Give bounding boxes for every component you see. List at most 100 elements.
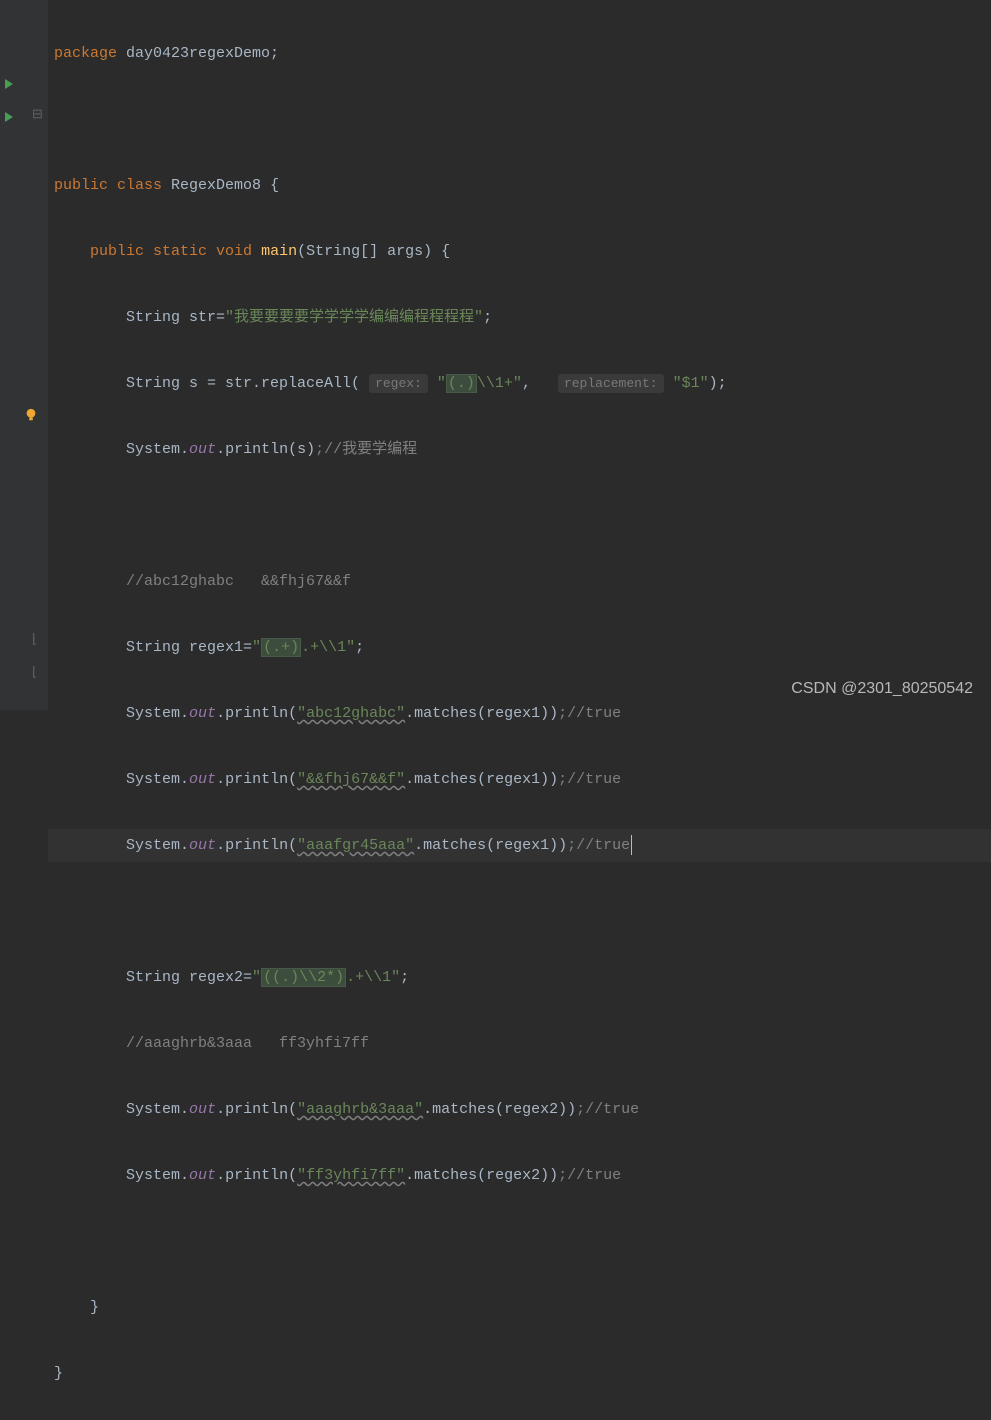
out-field: out — [189, 441, 216, 458]
dot: . — [180, 1167, 189, 1184]
call: .matches(regex1)) — [414, 837, 567, 854]
string: " — [252, 969, 261, 986]
code-line[interactable]: String str="我要要要要学学学学编编编程程程程"; — [48, 301, 991, 334]
paren: ( — [288, 1167, 297, 1184]
println: println — [225, 771, 288, 788]
out-field: out — [189, 837, 216, 854]
decl: String str= — [126, 309, 225, 326]
sys: System — [126, 705, 180, 722]
comment: //abc12ghabc &&fhj67&&f — [126, 573, 351, 590]
dot: . — [216, 441, 225, 458]
run-class-icon[interactable] — [2, 78, 16, 92]
semi: ; — [400, 969, 409, 986]
call: .matches(regex2)) — [423, 1101, 576, 1118]
fold-end-icon: ⌊ — [32, 665, 37, 680]
string: " — [437, 375, 446, 392]
code-line[interactable]: System.out.println("&&fhj67&&f".matches(… — [48, 763, 991, 796]
call: .matches(regex2)) — [405, 1167, 558, 1184]
code-line[interactable]: String regex1="(.+).+\\1"; — [48, 631, 991, 664]
code-line[interactable]: System.out.println(s);//我要学编程 — [48, 433, 991, 466]
dot: . — [180, 837, 189, 854]
sys: System — [126, 441, 180, 458]
paren: ) — [709, 375, 718, 392]
brace: } — [90, 1299, 99, 1316]
paren: ( — [288, 837, 297, 854]
code-line[interactable]: public static void main(String[] args) { — [48, 235, 991, 268]
code-line[interactable]: System.out.println("abc12ghabc".matches(… — [48, 697, 991, 730]
string-warn: "aaaghrb&3aaa" — [297, 1101, 423, 1118]
paren: ( — [288, 1101, 297, 1118]
string: .+\\1" — [346, 969, 400, 986]
dot: . — [216, 1167, 225, 1184]
code-line[interactable]: //aaaghrb&3aaa ff3yhfi7ff — [48, 1027, 991, 1060]
comment: ;//true — [576, 1101, 639, 1118]
paren: ( — [288, 705, 297, 722]
sys: System — [126, 771, 180, 788]
code-line[interactable]: } — [48, 1357, 991, 1390]
keyword: package — [54, 45, 126, 62]
code-line[interactable]: //abc12ghabc &&fhj67&&f — [48, 565, 991, 598]
println: println — [225, 441, 288, 458]
regex-group: ((.)\\2*) — [261, 968, 346, 987]
string-warn: "abc12ghabc" — [297, 705, 405, 722]
string: "我要要要要学学学学编编编程程程程" — [225, 309, 483, 326]
dot: . — [216, 705, 225, 722]
brace: { — [270, 177, 279, 194]
string: " — [252, 639, 261, 656]
semi: ; — [270, 45, 279, 62]
string-warn: "ff3yhfi7ff" — [297, 1167, 405, 1184]
param-hint: regex: — [369, 374, 428, 393]
code-editor: ⊟ ⌊ ⌊ package day0423regexDemo; public c… — [0, 0, 991, 710]
arg: (s) — [288, 441, 315, 458]
code-line[interactable]: package day0423regexDemo; — [48, 37, 991, 70]
decl: String regex1= — [126, 639, 252, 656]
code-area[interactable]: package day0423regexDemo; public class R… — [48, 0, 991, 710]
code-line[interactable]: System.out.println("ff3yhfi7ff".matches(… — [48, 1159, 991, 1192]
string-warn: "aaafgr45aaa" — [297, 837, 414, 854]
code-line[interactable] — [48, 1225, 991, 1258]
keyword: void — [216, 243, 261, 260]
dot: . — [180, 441, 189, 458]
comment: ;//我要学编程 — [315, 441, 417, 458]
package-name: day0423regexDemo — [126, 45, 270, 62]
watermark: CSDN @2301_80250542 — [791, 680, 973, 698]
dot: . — [180, 1101, 189, 1118]
semi: ; — [355, 639, 364, 656]
println: println — [225, 1101, 288, 1118]
string: \\1+" — [477, 375, 522, 392]
code-line[interactable]: String regex2="((.)\\2*).+\\1"; — [48, 961, 991, 994]
code-line[interactable]: String s = str.replaceAll( regex: "(.)\\… — [48, 367, 991, 400]
code-line[interactable]: } — [48, 1291, 991, 1324]
keyword: public — [90, 243, 153, 260]
run-method-icon[interactable] — [2, 111, 16, 125]
code-line[interactable]: System.out.println("aaaghrb&3aaa".matche… — [48, 1093, 991, 1126]
println: println — [225, 1167, 288, 1184]
brace: { — [441, 243, 450, 260]
params: (String[] args) — [297, 243, 441, 260]
sys: System — [126, 1167, 180, 1184]
dot: . — [180, 705, 189, 722]
comment: ;//true — [558, 771, 621, 788]
dot: . — [216, 771, 225, 788]
string: .+\\1" — [301, 639, 355, 656]
out-field: out — [189, 1101, 216, 1118]
paren: ( — [288, 771, 297, 788]
sys: System — [126, 1101, 180, 1118]
comment: ;//true — [558, 1167, 621, 1184]
code-line[interactable]: System.out.println("aaafgr45aaa".matches… — [48, 829, 991, 862]
intention-bulb-icon[interactable] — [24, 408, 38, 422]
out-field: out — [189, 771, 216, 788]
code-line[interactable]: public class RegexDemo8 { — [48, 169, 991, 202]
code-line[interactable] — [48, 895, 991, 928]
keyword: class — [117, 177, 171, 194]
semi: ; — [483, 309, 492, 326]
dot: . — [180, 771, 189, 788]
out-field: out — [189, 1167, 216, 1184]
keyword: public — [54, 177, 117, 194]
fold-icon[interactable]: ⊟ — [32, 107, 43, 122]
brace: } — [54, 1365, 63, 1382]
code-line[interactable] — [48, 103, 991, 136]
comment: //aaaghrb&3aaa ff3yhfi7ff — [126, 1035, 369, 1052]
code-line[interactable] — [48, 499, 991, 532]
gutter: ⊟ ⌊ ⌊ — [0, 0, 48, 710]
